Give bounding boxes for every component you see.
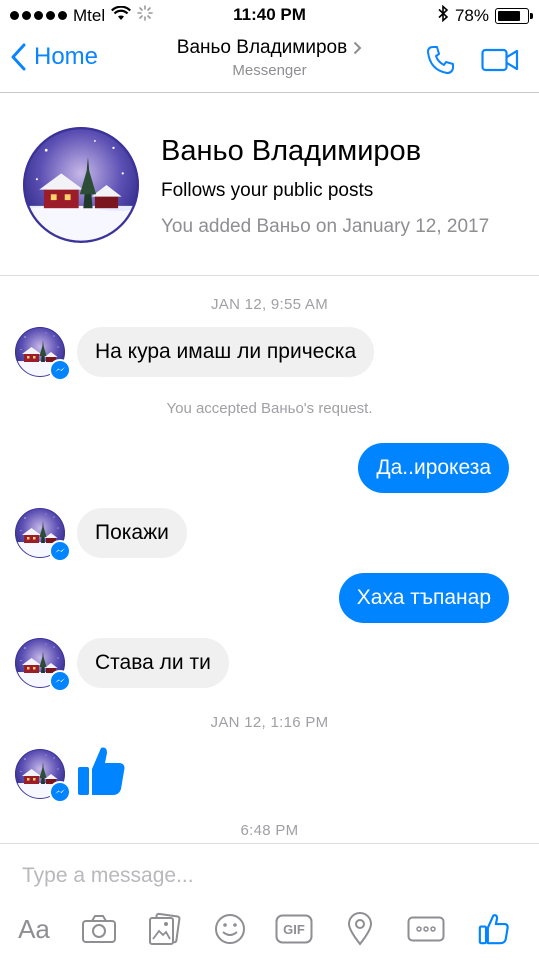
signal-icon — [10, 11, 67, 20]
messenger-icon — [49, 780, 71, 803]
messenger-icon — [49, 540, 71, 562]
carrier-label: Mtel — [73, 5, 106, 25]
profile-follow-info: Follows your public posts — [161, 180, 374, 201]
activity-spinner-icon — [137, 5, 153, 26]
camera-button[interactable] — [79, 908, 119, 950]
emoji-button[interactable] — [210, 908, 250, 950]
thumbs-up-sticker[interactable] — [77, 745, 127, 802]
sender-avatar[interactable] — [15, 638, 71, 692]
message-row-incoming: Става ли ти — [15, 638, 229, 692]
thumbs-up-icon — [78, 747, 125, 795]
wifi-icon — [111, 5, 132, 26]
profile-added-info: You added Ваньо on January 12, 2017 — [161, 216, 490, 237]
text-format-label: Aa — [18, 913, 50, 944]
text-format-button[interactable]: Aa — [14, 908, 54, 950]
status-bar: Mtel 11:40 PM 78% — [0, 0, 539, 30]
message-bubble-outgoing[interactable]: Хаха тъпанар — [338, 573, 509, 623]
message-bubble[interactable]: На кура имаш ли прическа — [77, 327, 375, 377]
gif-label: GIF — [283, 921, 305, 937]
message-timestamp: 6:48 PM — [240, 822, 299, 839]
bluetooth-icon — [438, 4, 449, 27]
battery-icon — [495, 8, 533, 24]
profile-header: Ваньо Владимиров Follows your public pos… — [0, 93, 539, 276]
gif-button[interactable]: GIF — [274, 908, 314, 950]
profile-avatar[interactable] — [23, 127, 139, 243]
message-timestamp: JAN 12, 9:55 AM — [210, 296, 329, 313]
location-icon — [347, 912, 373, 946]
message-row-incoming: На кура имаш ли прическа — [15, 327, 375, 381]
message-bubble[interactable]: Става ли ти — [77, 638, 229, 688]
messenger-icon — [49, 359, 71, 381]
message-composer: Aa GIF — [0, 843, 539, 960]
photo-icon — [149, 912, 181, 945]
chevron-right-icon — [353, 41, 362, 55]
sender-avatar[interactable] — [15, 508, 71, 562]
battery-percent: 78% — [454, 6, 489, 25]
system-note: You accepted Ваньо's request. — [166, 400, 373, 417]
video-icon[interactable] — [481, 47, 519, 78]
more-icon — [407, 916, 445, 942]
message-timestamp: JAN 12, 1:16 PM — [210, 714, 329, 731]
sender-avatar[interactable] — [15, 327, 71, 381]
thumbs-up-icon — [478, 914, 509, 945]
message-row-incoming — [15, 745, 127, 803]
composer-toolbar: Aa GIF — [0, 908, 539, 950]
messenger-icon — [49, 670, 71, 692]
navigation-bar: Home Ваньо Владимиров Messenger — [0, 30, 539, 93]
message-row-incoming: Покажи — [15, 508, 187, 562]
profile-name: Ваньо Владимиров — [161, 135, 422, 167]
battery-level — [498, 11, 520, 21]
contact-name: Ваньо Владимиров — [176, 37, 348, 58]
message-bubble[interactable]: Покажи — [77, 508, 187, 558]
message-input[interactable] — [22, 864, 512, 888]
camera-icon — [82, 915, 116, 943]
status-right: 78% — [438, 4, 533, 27]
emoji-icon — [215, 914, 245, 944]
more-button[interactable] — [404, 908, 448, 950]
status-left: Mtel — [10, 5, 153, 26]
send-like-button[interactable] — [474, 908, 514, 950]
message-bubble-outgoing[interactable]: Да..ирокеза — [358, 443, 509, 493]
phone-icon[interactable] — [425, 44, 457, 81]
sender-avatar[interactable] — [15, 749, 71, 803]
location-button[interactable] — [340, 908, 380, 950]
photo-button[interactable] — [144, 908, 184, 950]
